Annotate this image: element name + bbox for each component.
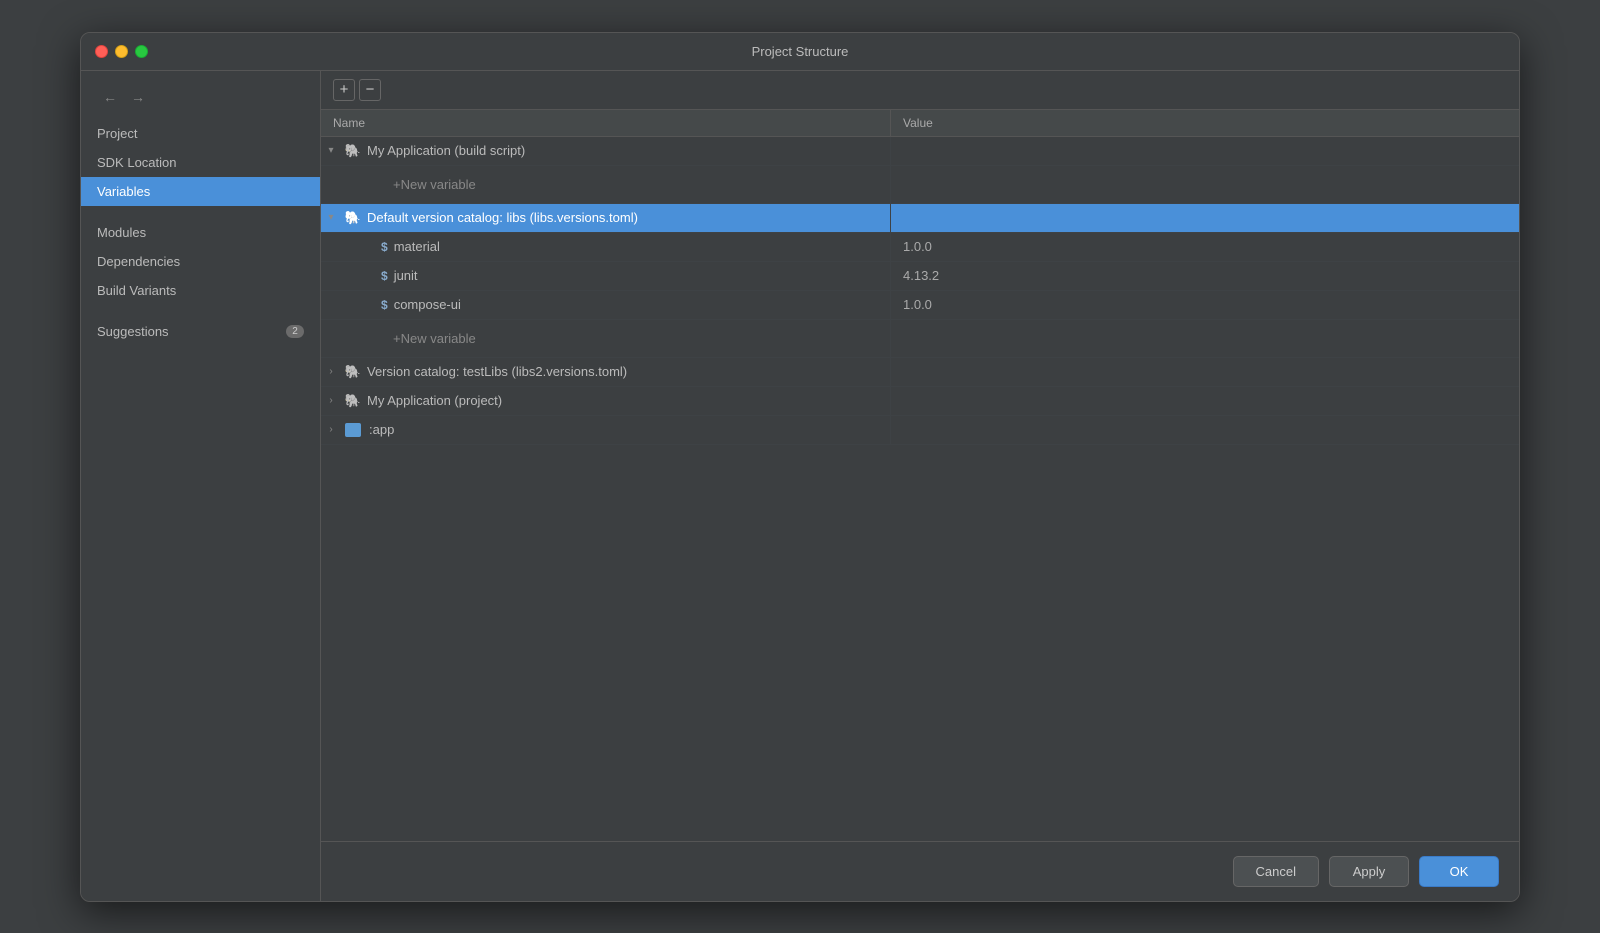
row-label: My Application (build script) — [367, 143, 525, 158]
gradle-icon-project: 🐘 — [345, 393, 361, 409]
tree-row-new-variable-catalog[interactable]: +New variable — [321, 320, 1519, 358]
sidebar-item-build-variants[interactable]: Build Variants — [81, 276, 320, 305]
row-label-app: :app — [369, 422, 394, 437]
gradle-icon-catalog: 🐘 — [345, 210, 361, 226]
add-variable-button[interactable]: + — [333, 79, 355, 101]
tree-row-version-catalog-test[interactable]: › 🐘 Version catalog: testLibs (libs2.ver… — [321, 358, 1519, 387]
forward-button[interactable]: → — [125, 87, 151, 107]
folder-icon-app — [345, 423, 361, 437]
dollar-icon-compose: $ — [381, 298, 388, 312]
row-label-test: Version catalog: testLibs (libs2.version… — [367, 364, 627, 379]
project-structure-dialog: Project Structure ← → Project SDK Locati… — [80, 32, 1520, 902]
sidebar: ← → Project SDK Location Variables Modul… — [81, 71, 321, 901]
gradle-icon: 🐘 — [345, 143, 361, 159]
tree-row-default-catalog[interactable]: ▾ 🐘 Default version catalog: libs (libs.… — [321, 204, 1519, 233]
new-variable-label-build[interactable]: +New variable — [381, 171, 488, 198]
row-value-junit: 4.13.2 — [891, 263, 1519, 288]
sidebar-item-project[interactable]: Project — [81, 119, 320, 148]
dollar-icon-junit: $ — [381, 269, 388, 283]
expand-icon-test: › — [321, 366, 341, 377]
expand-icon-app: › — [321, 424, 341, 435]
close-button[interactable] — [95, 45, 108, 58]
minimize-button[interactable] — [115, 45, 128, 58]
tree-row-my-app-project[interactable]: › 🐘 My Application (project) — [321, 387, 1519, 416]
tree-row-compose-ui[interactable]: $ compose-ui 1.0.0 — [321, 291, 1519, 320]
row-label-junit: junit — [394, 268, 418, 283]
column-value-header: Value — [891, 110, 1519, 136]
tree-row-material[interactable]: $ material 1.0.0 — [321, 233, 1519, 262]
row-label-material: material — [394, 239, 440, 254]
content-area: + − Name Value ▾ 🐘 My Application (build… — [321, 71, 1519, 901]
remove-variable-button[interactable]: − — [359, 79, 381, 101]
tree-row-junit[interactable]: $ junit 4.13.2 — [321, 262, 1519, 291]
row-label-catalog: Default version catalog: libs (libs.vers… — [367, 210, 638, 225]
sidebar-item-sdk-location[interactable]: SDK Location — [81, 148, 320, 177]
table-header: Name Value — [321, 110, 1519, 137]
column-name-header: Name — [321, 110, 891, 136]
gradle-icon-test: 🐘 — [345, 364, 361, 380]
sidebar-item-modules[interactable]: Modules — [81, 218, 320, 247]
traffic-lights — [95, 45, 148, 58]
ok-button[interactable]: OK — [1419, 856, 1499, 887]
tree-row-new-variable-build[interactable]: +New variable — [321, 166, 1519, 204]
dollar-icon-material: $ — [381, 240, 388, 254]
expand-icon-catalog: ▾ — [321, 212, 341, 223]
tree-row-my-app-build[interactable]: ▾ 🐘 My Application (build script) — [321, 137, 1519, 166]
expand-icon-project: › — [321, 395, 341, 406]
row-label-project: My Application (project) — [367, 393, 502, 408]
back-button[interactable]: ← — [97, 87, 123, 107]
maximize-button[interactable] — [135, 45, 148, 58]
sidebar-item-suggestions[interactable]: Suggestions 2 — [81, 317, 320, 346]
sidebar-item-variables[interactable]: Variables — [81, 177, 320, 206]
dialog-title: Project Structure — [752, 44, 849, 59]
apply-button[interactable]: Apply — [1329, 856, 1409, 887]
suggestions-badge: 2 — [286, 325, 304, 338]
titlebar: Project Structure — [81, 33, 1519, 71]
sidebar-nav: ← → — [81, 83, 320, 119]
row-value-material: 1.0.0 — [891, 234, 1519, 259]
row-value-compose: 1.0.0 — [891, 292, 1519, 317]
expand-icon: ▾ — [321, 145, 341, 156]
tree-area[interactable]: ▾ 🐘 My Application (build script) +New v… — [321, 137, 1519, 841]
row-label-compose: compose-ui — [394, 297, 461, 312]
tree-row-app[interactable]: › :app — [321, 416, 1519, 445]
new-variable-label-catalog[interactable]: +New variable — [381, 325, 488, 352]
footer: Cancel Apply OK — [321, 841, 1519, 901]
toolbar: + − — [321, 71, 1519, 110]
cancel-button[interactable]: Cancel — [1233, 856, 1319, 887]
sidebar-item-dependencies[interactable]: Dependencies — [81, 247, 320, 276]
main-content: ← → Project SDK Location Variables Modul… — [81, 71, 1519, 901]
